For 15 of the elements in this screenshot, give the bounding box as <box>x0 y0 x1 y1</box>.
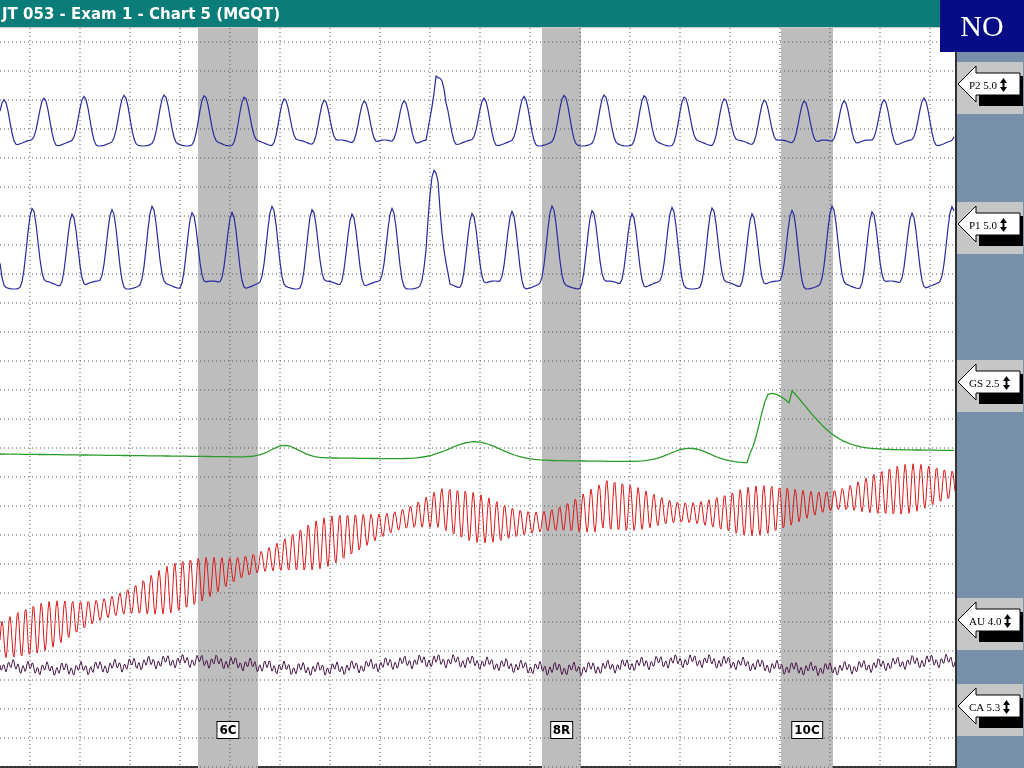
channel-scale-control[interactable]: P1 5.0 <box>957 202 1023 254</box>
question-label: 10C <box>791 721 823 739</box>
up-down-arrows-icon[interactable] <box>1002 376 1010 390</box>
up-down-arrows-icon[interactable] <box>1004 614 1012 628</box>
channel-scale-control[interactable]: GS 2.5 <box>957 360 1023 412</box>
question-label: 6C <box>216 721 240 739</box>
channel-scale-control[interactable]: AU 4.0 <box>957 598 1023 650</box>
channel-scale-control[interactable]: CA 5.3 <box>957 684 1023 736</box>
up-down-arrows-icon[interactable] <box>1003 700 1011 714</box>
verdict-label: NO <box>940 0 1024 52</box>
question-label: 8R <box>549 721 574 739</box>
window-title: JT 053 - Exam 1 - Chart 5 (MGQT) <box>2 4 281 23</box>
up-down-arrows-icon[interactable] <box>1000 218 1008 232</box>
up-down-arrows-icon[interactable] <box>1000 78 1008 92</box>
channel-scale-control[interactable]: P2 5.0 <box>957 62 1023 114</box>
